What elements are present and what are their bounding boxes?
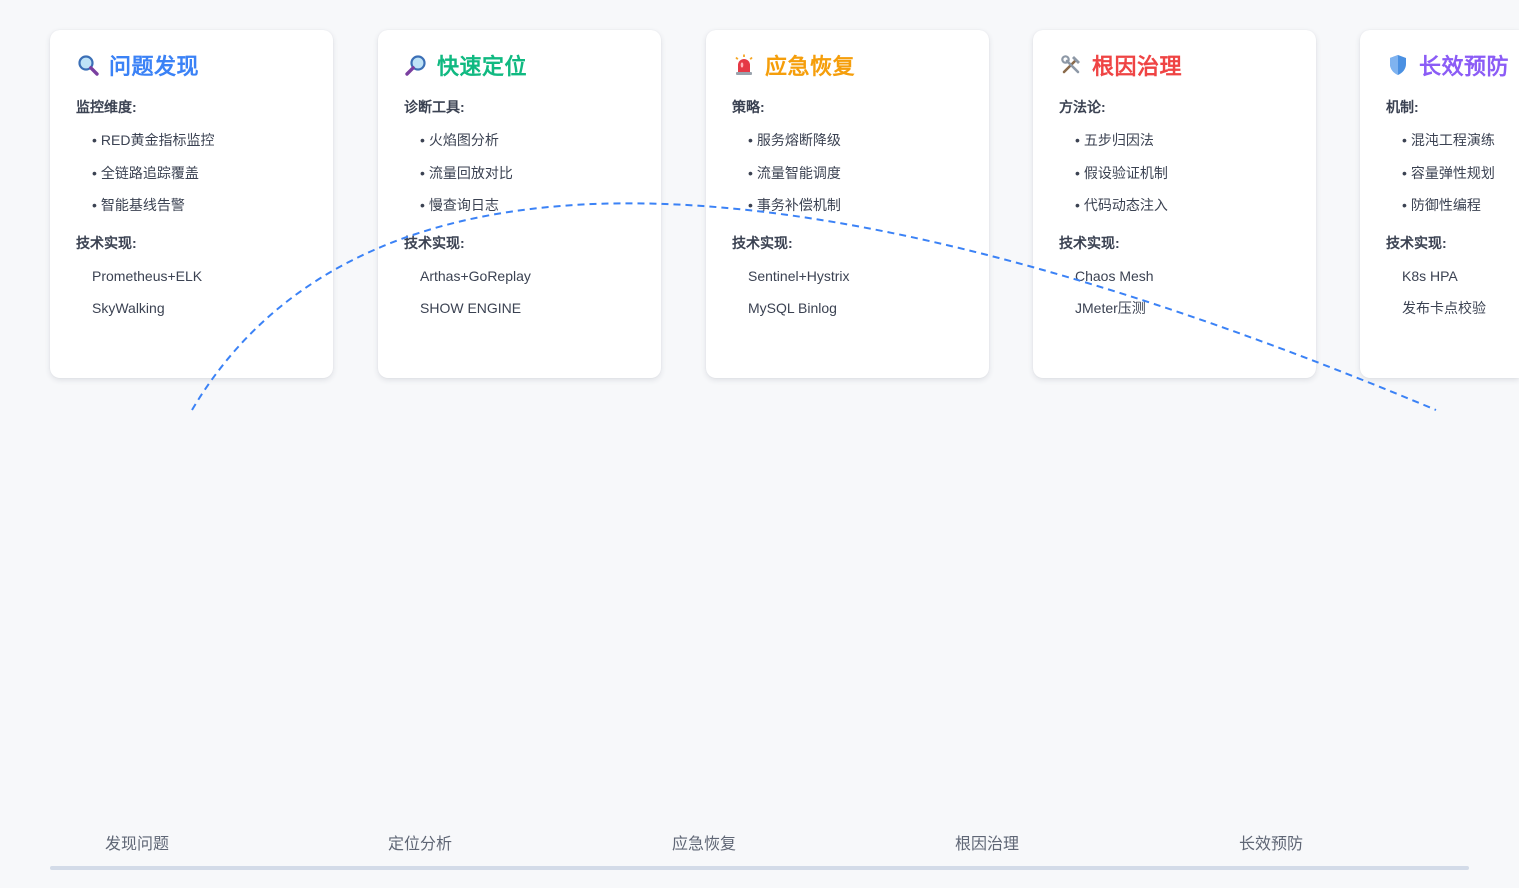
tech-list: Arthas+GoReplay SHOW ENGINE [404,260,635,325]
stage-card-prevention: 长效预防 机制: 混沌工程演练 容量弹性规划 防御性编程 技术实现: K8s H… [1360,30,1519,378]
section-label: 技术实现: [1059,234,1120,251]
feature-list: 五步归因法 假设验证机制 代码动态注入 [1059,124,1290,222]
list-item: 服务熔断降级 [748,124,963,157]
feature-list: 火焰图分析 流量回放对比 慢查询日志 [404,124,635,222]
stage-card-root-cause: 根因治理 方法论: 五步归因法 假设验证机制 代码动态注入 技术实现: Chao… [1033,30,1316,378]
stage-card-recovery: 应急恢复 策略: 服务熔断降级 流量智能调度 事务补偿机制 技术实现: Sent… [706,30,989,378]
list-item: 防御性编程 [1402,189,1493,222]
section-label: 机制: [1386,99,1419,115]
card-title: 应急恢复 [732,48,963,82]
list-item: 慢查询日志 [420,189,635,222]
list-item: Prometheus+ELK [92,267,203,284]
feature-list: 服务熔断降级 流量智能调度 事务补偿机制 [732,124,963,222]
list-item: Chaos Mesh [1075,267,1154,284]
siren-light-icon [732,53,756,77]
list-item: 代码动态注入 [1075,189,1290,222]
card-title: 问题发现 [76,48,307,82]
section-label: 技术实现: [76,234,137,251]
section-label: 方法论: [1059,99,1106,115]
tech-list: Prometheus+ELK SkyWalking [76,260,307,325]
card-title-text: 根因治理 [1092,54,1183,79]
list-item: SHOW ENGINE [420,300,522,316]
section-label: 技术实现: [1386,234,1447,251]
section-label: 诊断工具: [404,99,465,115]
card-title-text: 快速定位 [437,54,528,79]
feature-list: RED黄金指标监控 全链路追踪覆盖 智能基线告警 [76,124,307,222]
tech-list: Sentinel+Hystrix MySQL Binlog [732,260,963,325]
list-item: K8s HPA [1402,267,1458,284]
list-item: 发布卡点校验 [1402,300,1486,316]
timeline-label-recover: 应急恢复 [672,836,737,853]
magnifier-left-icon [76,53,100,77]
list-item: 假设验证机制 [1075,157,1290,190]
tech-list: Chaos Mesh JMeter压测 [1059,260,1290,325]
timeline-label-locate: 定位分析 [388,836,453,853]
timeline-label-root-cause: 根因治理 [955,836,1020,853]
feature-list: 混沌工程演练 容量弹性规划 防御性编程 [1386,124,1495,222]
hammer-wrench-icon [1059,53,1083,77]
shield-icon [1386,53,1410,77]
list-item: 五步归因法 [1075,124,1290,157]
magnifier-right-icon [404,53,428,77]
list-item: SkyWalking [92,300,165,316]
stage-card-locate: 快速定位 诊断工具: 火焰图分析 流量回放对比 慢查询日志 技术实现: Arth… [378,30,661,378]
card-title-text: 长效预防 [1419,54,1510,79]
list-item: 容量弹性规划 [1402,157,1495,190]
card-title: 根因治理 [1059,48,1290,82]
list-item: MySQL Binlog [748,300,837,316]
timeline-track [50,866,1469,870]
card-title: 长效预防 [1386,48,1509,82]
list-item: 事务补偿机制 [748,189,963,222]
list-item: 智能基线告警 [92,189,307,222]
card-title: 快速定位 [404,48,635,82]
timeline-label-discover: 发现问题 [105,836,170,853]
tech-list: K8s HPA 发布卡点校验 [1386,260,1493,325]
section-label: 技术实现: [404,234,465,251]
section-label: 策略: [732,99,765,115]
section-label: 监控维度: [76,99,137,115]
stage-card-discovery: 问题发现 监控维度: RED黄金指标监控 全链路追踪覆盖 智能基线告警 技术实现… [50,30,333,378]
list-item: Arthas+GoReplay [420,267,531,284]
list-item: RED黄金指标监控 [92,124,307,157]
card-title-text: 问题发现 [109,54,200,79]
timeline-label-prevent: 长效预防 [1239,836,1304,853]
card-title-text: 应急恢复 [765,54,856,79]
section-label: 技术实现: [732,234,793,251]
list-item: 流量回放对比 [420,157,635,190]
list-item: 流量智能调度 [748,157,963,190]
list-item: 混沌工程演练 [1402,124,1495,157]
list-item: Sentinel+Hystrix [748,267,850,284]
list-item: 火焰图分析 [420,124,635,157]
list-item: 全链路追踪覆盖 [92,157,307,190]
list-item: JMeter压测 [1075,300,1146,316]
